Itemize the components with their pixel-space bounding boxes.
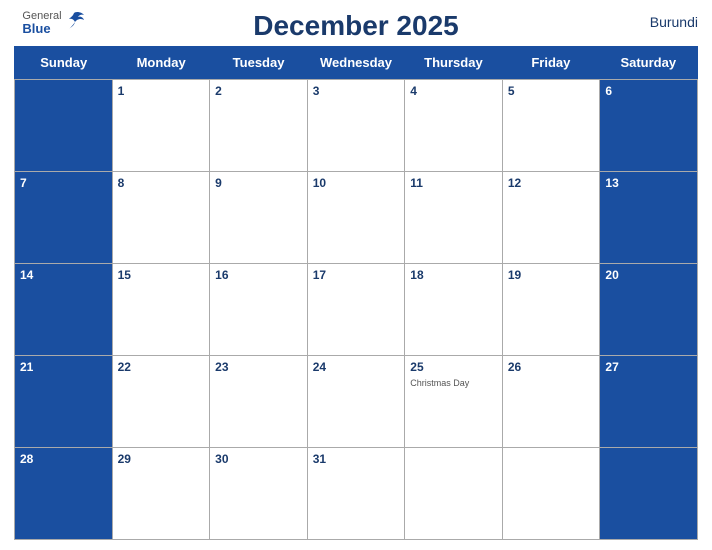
calendar-cell: 16 [210,264,308,356]
day-saturday: Saturday [600,52,697,73]
cell-date-number: 26 [508,359,595,376]
cell-date-number: 17 [313,267,400,284]
calendar-cell: 17 [308,264,406,356]
logo-bird-icon [64,11,86,31]
cell-date-number: 4 [410,83,497,100]
cell-date-number: 19 [508,267,595,284]
cell-event-label: Christmas Day [410,378,497,388]
cell-date-number: 20 [605,267,692,284]
day-tuesday: Tuesday [210,52,307,73]
cell-date-number: 30 [215,451,302,468]
calendar-cell: 25 Christmas Day [405,356,503,448]
cell-date-number: 29 [118,451,205,468]
calendar-cell: 31 [308,448,406,540]
cell-date-number: 11 [410,175,497,192]
cell-date-number: 24 [313,359,400,376]
days-header: Sunday Monday Tuesday Wednesday Thursday… [14,46,698,79]
calendar-cell: 22 [113,356,211,448]
day-monday: Monday [112,52,209,73]
calendar-cell [405,448,503,540]
calendar-cell: 18 [405,264,503,356]
cell-date-number: 7 [20,175,107,192]
calendar-grid: 1234567891011121314151617181920212223242… [14,79,698,540]
cell-date-number: 10 [313,175,400,192]
day-thursday: Thursday [405,52,502,73]
calendar-cell: 30 [210,448,308,540]
calendar-cell: 11 [405,172,503,264]
cell-date-number: 18 [410,267,497,284]
calendar-cell: 23 [210,356,308,448]
cell-date-number: 16 [215,267,302,284]
calendar-cell: 9 [210,172,308,264]
cell-date-number: 15 [118,267,205,284]
day-wednesday: Wednesday [307,52,404,73]
cell-date-number: 5 [508,83,595,100]
cell-date-number: 27 [605,359,692,376]
calendar-cell [15,80,113,172]
logo-area: General Blue [14,10,94,36]
calendar-cell: 24 [308,356,406,448]
calendar-cell [503,448,601,540]
cell-date-number: 21 [20,359,107,376]
calendar-cell: 1 [113,80,211,172]
cell-date-number: 6 [605,83,692,100]
country-label: Burundi [650,14,698,30]
calendar-cell [600,448,698,540]
calendar-cell: 14 [15,264,113,356]
calendar-cell: 21 [15,356,113,448]
calendar-cell: 2 [210,80,308,172]
day-friday: Friday [502,52,599,73]
calendar-cell: 13 [600,172,698,264]
cell-date-number: 28 [20,451,107,468]
calendar-cell: 29 [113,448,211,540]
cell-date-number: 14 [20,267,107,284]
logo-blue-text: Blue [22,22,61,36]
cell-date-number: 1 [118,83,205,100]
cell-date-number: 25 [410,359,497,376]
calendar-cell: 27 [600,356,698,448]
cell-date-number: 3 [313,83,400,100]
calendar-cell: 6 [600,80,698,172]
calendar-cell: 19 [503,264,601,356]
calendar-cell: 15 [113,264,211,356]
cell-date-number: 8 [118,175,205,192]
cell-date-number: 31 [313,451,400,468]
calendar-header: General Blue December 2025 Burundi [14,10,698,42]
calendar-title: December 2025 [253,10,458,42]
calendar-cell: 5 [503,80,601,172]
calendar-cell: 4 [405,80,503,172]
cell-date-number: 9 [215,175,302,192]
cell-date-number: 12 [508,175,595,192]
calendar-cell: 12 [503,172,601,264]
calendar-cell: 20 [600,264,698,356]
cell-date-number: 2 [215,83,302,100]
cell-date-number: 22 [118,359,205,376]
calendar-cell: 3 [308,80,406,172]
calendar-cell: 7 [15,172,113,264]
calendar-cell: 26 [503,356,601,448]
day-sunday: Sunday [15,52,112,73]
cell-date-number: 13 [605,175,692,192]
calendar-cell: 10 [308,172,406,264]
calendar-wrapper: General Blue December 2025 Burundi Sunda… [0,0,712,550]
cell-date-number: 23 [215,359,302,376]
calendar-cell: 28 [15,448,113,540]
calendar-cell: 8 [113,172,211,264]
